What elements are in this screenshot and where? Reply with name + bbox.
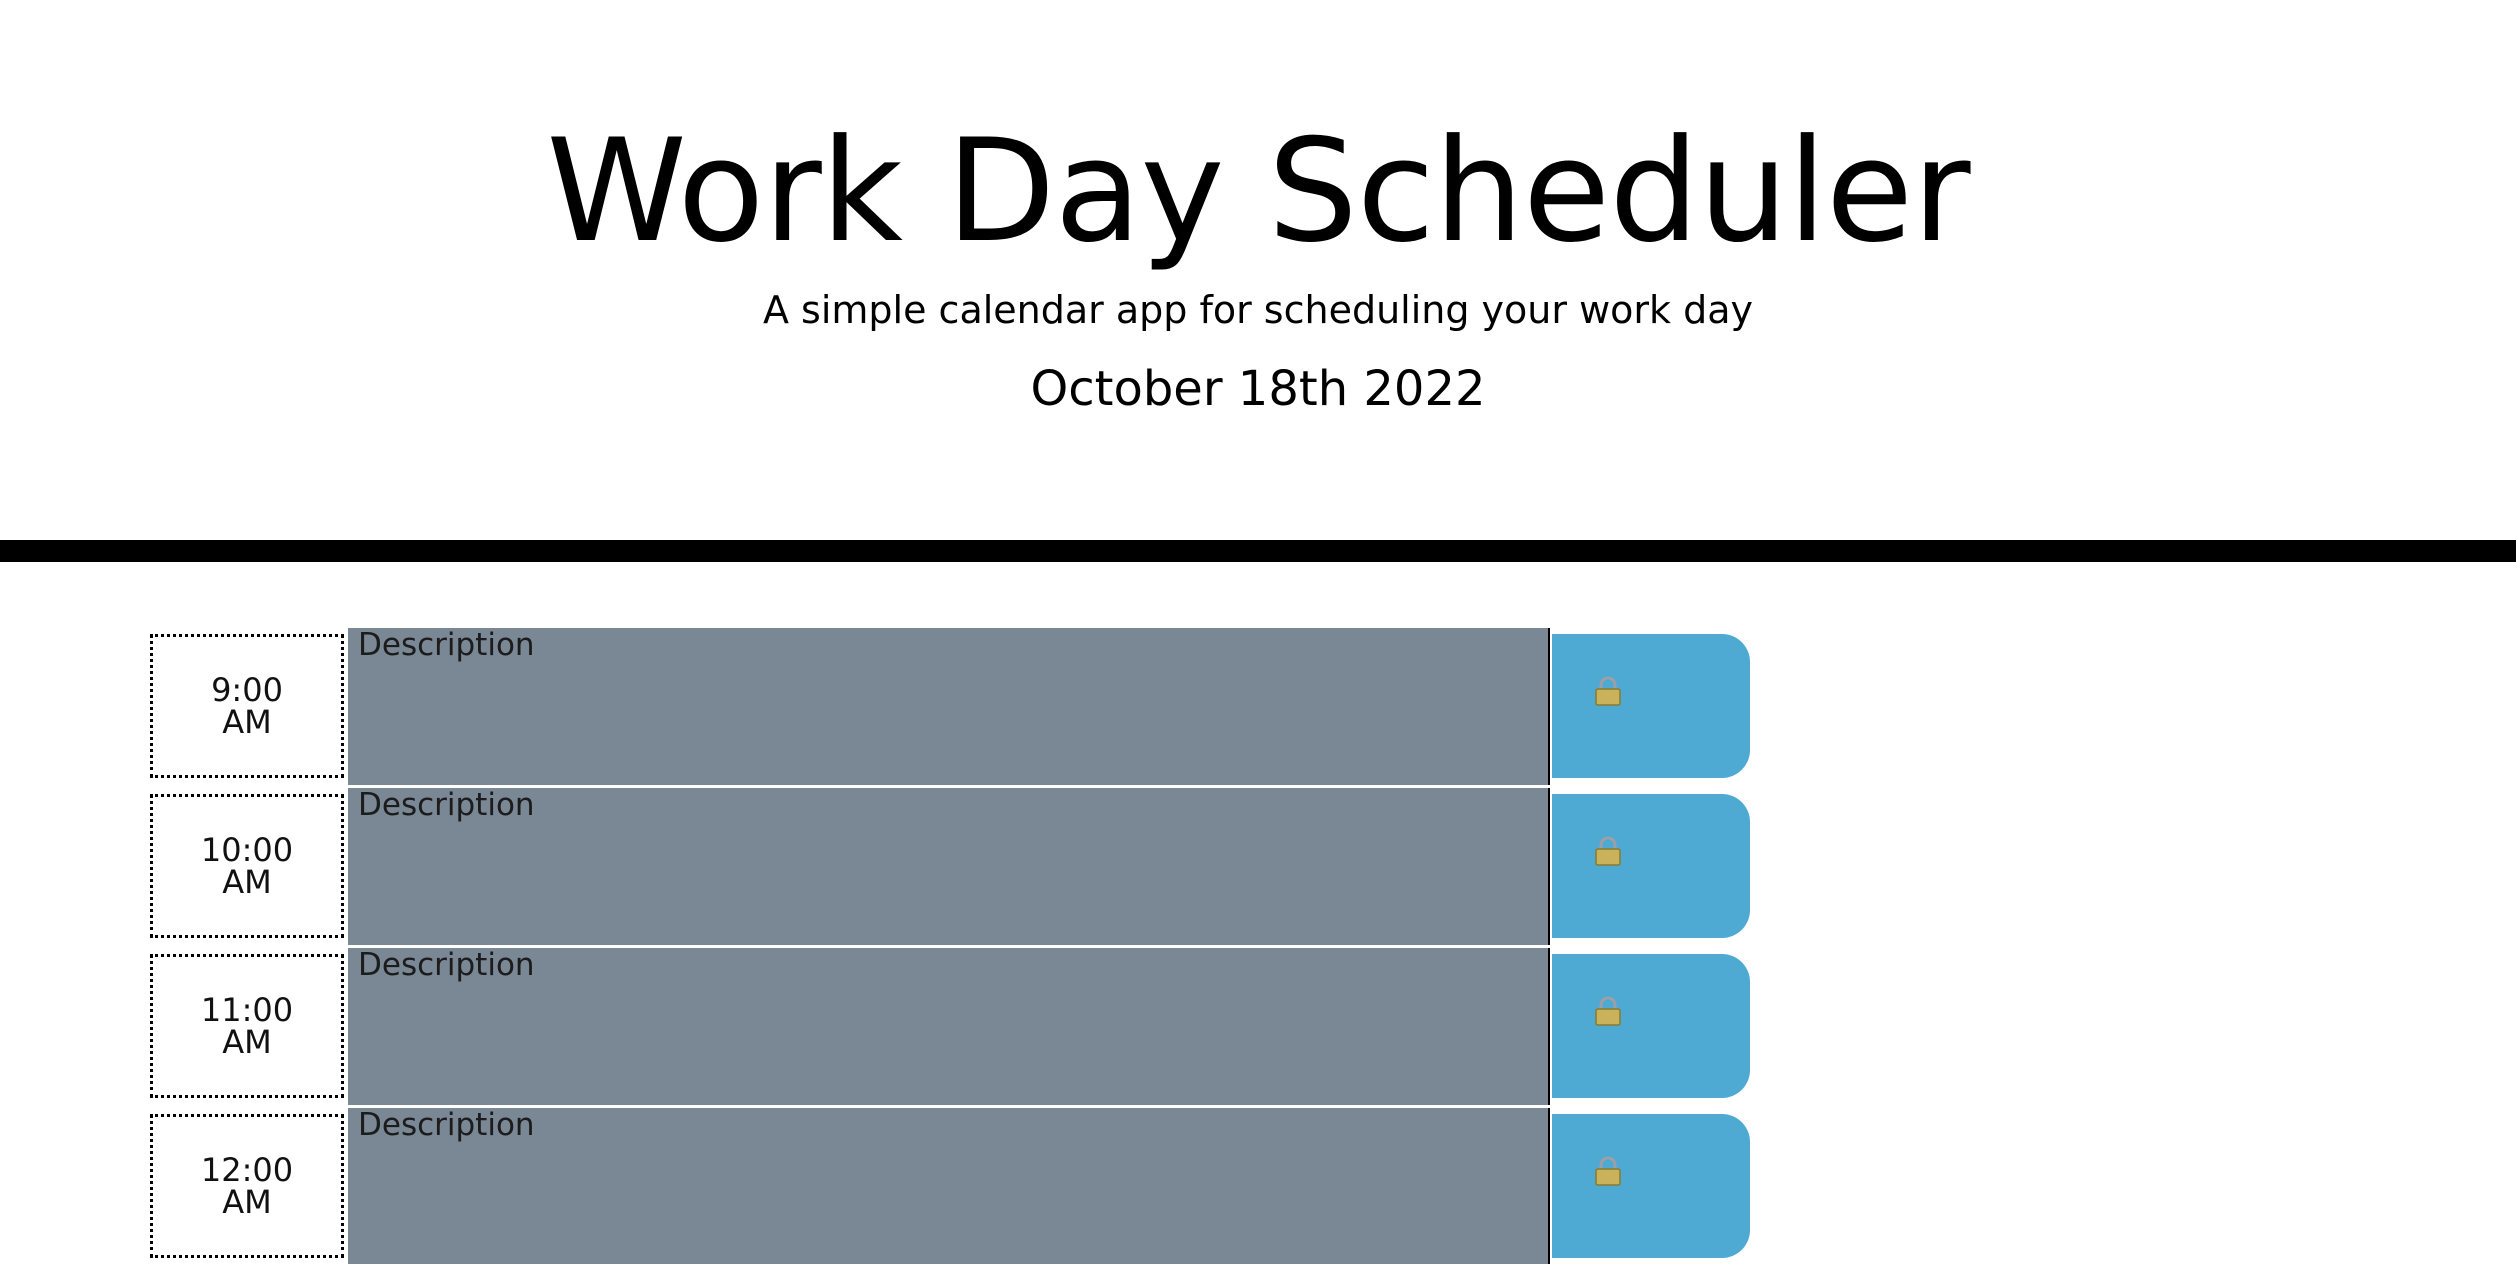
hour-label: 11:00 AM [150, 954, 344, 1098]
description-input[interactable] [348, 1108, 1550, 1264]
current-date: October 18th 2022 [1030, 361, 1486, 417]
hour-label: 12:00 AM [150, 1114, 344, 1258]
page-title: Work Day Scheduler [546, 109, 1970, 274]
description-input[interactable] [348, 948, 1550, 1105]
hour-label: 9:00 AM [150, 634, 344, 778]
time-block-row: 9:00 AM [0, 628, 2516, 788]
time-block-row: 12:00 AM [0, 1108, 2516, 1264]
hour-label: 10:00 AM [150, 794, 344, 938]
time-block-row: 11:00 AM [0, 948, 2516, 1108]
lock-icon [1595, 836, 1621, 866]
lock-icon [1595, 676, 1621, 706]
save-button[interactable] [1552, 634, 1750, 778]
page-header: Work Day Scheduler A simple calendar app… [0, 0, 2516, 540]
save-button[interactable] [1552, 794, 1750, 938]
header-divider [0, 540, 2516, 562]
description-input[interactable] [348, 788, 1550, 945]
lock-icon [1595, 996, 1621, 1026]
description-input[interactable] [348, 628, 1550, 785]
save-button[interactable] [1552, 1114, 1750, 1258]
lock-icon [1595, 1156, 1621, 1186]
save-button[interactable] [1552, 954, 1750, 1098]
time-block-row: 10:00 AM [0, 788, 2516, 948]
page-subtitle: A simple calendar app for scheduling you… [762, 288, 1754, 332]
